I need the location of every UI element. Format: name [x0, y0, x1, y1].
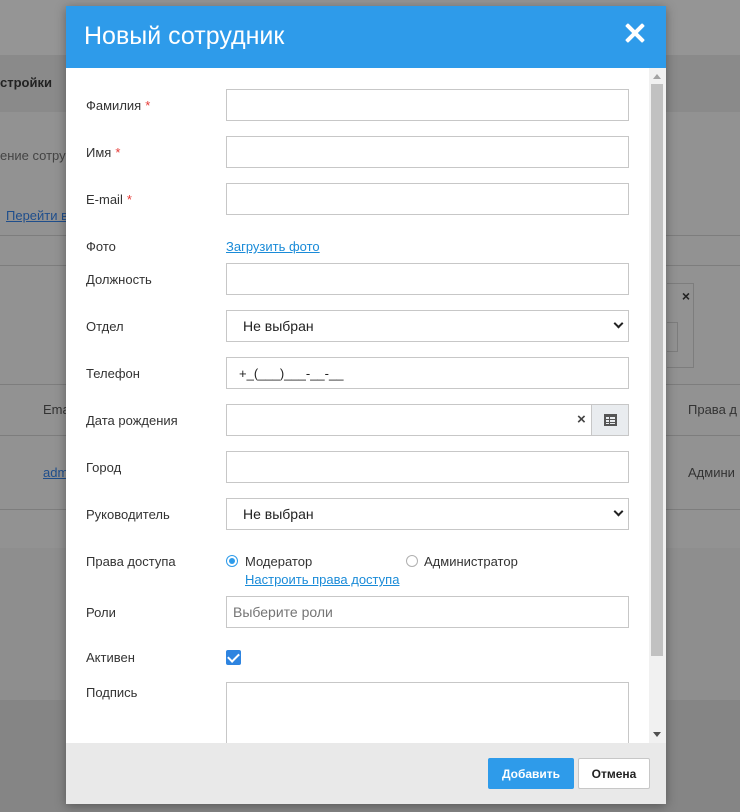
required-mark: * — [115, 145, 121, 160]
department-select[interactable]: Не выбран — [226, 310, 629, 342]
dialog-body: Фамилия * Имя * E-mail * Фото Загрузить фот… — [66, 68, 666, 743]
dialog-scrollbar[interactable] — [649, 68, 666, 743]
cancel-button[interactable]: Отмена — [578, 758, 650, 789]
chevron-down-icon — [613, 506, 624, 517]
administrator-radio-label[interactable]: Администратор — [424, 554, 518, 569]
required-mark: * — [126, 192, 132, 207]
phone-mask: +_(___)___-__-__ — [239, 366, 344, 381]
birthdate-label: Дата рождения — [86, 413, 178, 428]
background-panel-close-icon: × — [681, 288, 690, 304]
background-filter-panel: × — [667, 283, 694, 368]
dialog-header: Новый сотрудник — [66, 6, 666, 68]
upload-photo-link[interactable]: Загрузить фото — [226, 239, 320, 254]
background-table-cell-email: adm — [43, 465, 69, 480]
administrator-radio[interactable] — [406, 555, 418, 567]
clear-date-icon[interactable]: × — [577, 411, 586, 428]
manager-select[interactable]: Не выбран — [226, 498, 629, 530]
position-input[interactable] — [226, 263, 629, 295]
calendar-button[interactable] — [591, 404, 629, 436]
first-name-input[interactable] — [226, 136, 629, 168]
background-panel-box — [667, 322, 678, 352]
city-input[interactable] — [226, 451, 629, 483]
manager-label: Руководитель — [86, 507, 170, 522]
background-table-cell-rights: Админи — [688, 465, 735, 480]
configure-access-link[interactable]: Настроить права доступа — [245, 572, 399, 587]
last-name-label: Фамилия * — [86, 98, 151, 113]
department-selected-value: Не выбран — [243, 318, 314, 334]
signature-textarea[interactable] — [226, 682, 629, 743]
dialog-title: Новый сотрудник — [84, 22, 285, 50]
roles-label: Роли — [86, 605, 116, 620]
moderator-radio[interactable] — [226, 555, 238, 567]
birthdate-input[interactable]: × — [226, 404, 629, 436]
photo-label: Фото — [86, 239, 116, 254]
email-label: E-mail * — [86, 192, 132, 207]
active-label: Активен — [86, 650, 135, 665]
scroll-down-arrow-icon[interactable] — [653, 732, 661, 737]
calendar-icon — [604, 414, 617, 426]
required-mark: * — [145, 98, 151, 113]
email-input[interactable] — [226, 183, 629, 215]
position-label: Должность — [86, 272, 152, 287]
first-name-label: Имя * — [86, 145, 121, 160]
city-label: Город — [86, 460, 122, 475]
roles-input[interactable] — [226, 596, 629, 628]
scrollbar-thumb[interactable] — [651, 84, 663, 656]
active-checkbox[interactable] — [226, 650, 241, 665]
manager-selected-value: Не выбран — [243, 506, 314, 522]
phone-label: Телефон — [86, 366, 140, 381]
last-name-input[interactable] — [226, 89, 629, 121]
access-rights-label: Права доступа — [86, 554, 176, 569]
chevron-down-icon — [613, 318, 624, 329]
signature-label: Подпись — [86, 685, 138, 700]
dialog-footer: Добавить Отмена — [66, 743, 666, 804]
background-nav-item: стройки — [0, 75, 52, 90]
moderator-radio-label[interactable]: Модератор — [245, 554, 312, 569]
new-employee-dialog: Новый сотрудник Фамилия * Имя * E-mail * Фо… — [66, 6, 666, 804]
scroll-up-arrow-icon[interactable] — [653, 74, 661, 79]
background-description: ение сотру — [0, 148, 66, 163]
add-button[interactable]: Добавить — [488, 758, 574, 789]
background-table-header-rights: Права д — [688, 402, 737, 417]
phone-input[interactable]: +_(___)___-__-__ — [226, 357, 629, 389]
close-icon[interactable] — [624, 22, 646, 44]
department-label: Отдел — [86, 319, 124, 334]
background-link: Перейти в — [6, 208, 69, 223]
